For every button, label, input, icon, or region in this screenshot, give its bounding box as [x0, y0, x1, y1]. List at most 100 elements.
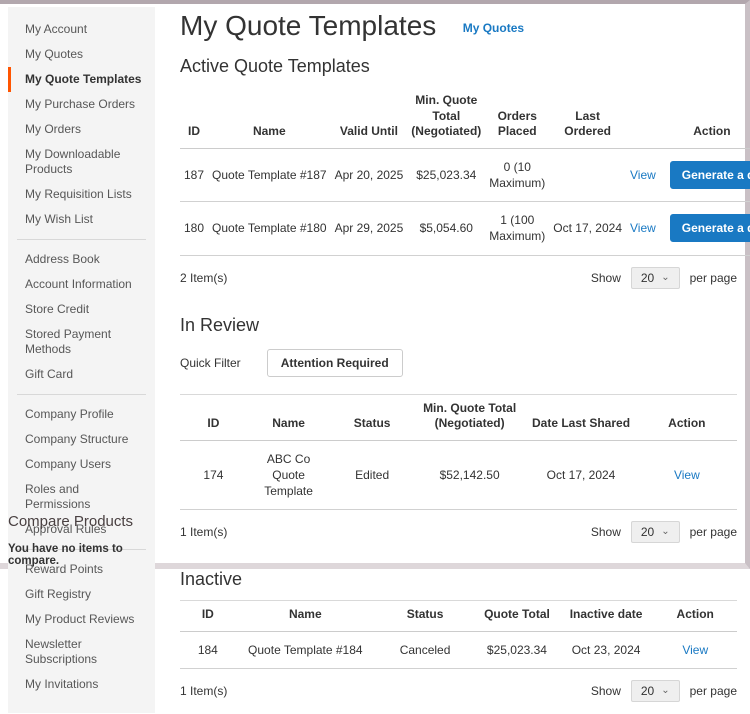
chevron-down-icon: ⌄ [661, 271, 670, 283]
column-header-quote-total: Quote Total [475, 600, 559, 632]
page-size-value: 20 [640, 525, 655, 540]
item-count: 2 Item(s) [180, 270, 228, 285]
sidebar-item-stored-payment-methods[interactable]: Stored Payment Methods [8, 322, 155, 362]
action-cell: View Generate a quote [630, 214, 750, 243]
per-page-label: per page [689, 525, 737, 540]
column-header-valid-until: Valid Until [330, 87, 408, 149]
column-header-status: Status [374, 600, 476, 632]
in-review-table-pager: 1 Item(s) Show 20 ⌄ per page [180, 510, 737, 555]
cell-orders-placed: 0 (10 Maximum) [485, 148, 550, 203]
sidebar-item-newsletter-subscriptions[interactable]: Newsletter Subscriptions [8, 632, 155, 672]
sidebar-item-gift-card[interactable]: Gift Card [8, 362, 155, 387]
column-header-orders-placed: Orders Placed [485, 87, 550, 149]
sidebar-item-my-quote-templates[interactable]: My Quote Templates [8, 67, 155, 92]
sidebar-divider [17, 394, 146, 395]
cell-id: 184 [180, 631, 236, 670]
sidebar-item-my-wish-list[interactable]: My Wish List [8, 207, 155, 232]
sidebar-item-my-requisition-lists[interactable]: My Requisition Lists [8, 182, 155, 207]
cell-last-ordered: Oct 17, 2024 [549, 201, 626, 256]
column-header-date-last-shared: Date Last Shared [525, 394, 637, 441]
table-header-row: ID Name Status Quote Total Inactive date… [180, 600, 737, 632]
compare-products-empty-text: You have no items to compare. [8, 543, 123, 567]
cell-id: 180 [180, 201, 209, 256]
view-link[interactable]: View [674, 468, 700, 482]
action-cell: View Generate a quote [630, 160, 750, 189]
main-content: My Quote Templates My Quotes Active Quot… [180, 10, 750, 714]
chevron-down-icon: ⌄ [661, 526, 670, 538]
cell-last-ordered [549, 148, 626, 203]
table-header-row: ID Name Status Min. Quote Total (Negotia… [180, 394, 737, 441]
cell-name: Quote Template #187 [208, 148, 331, 203]
attention-required-filter-button[interactable]: Attention Required [266, 348, 403, 377]
cell-min-quote-total: $5,054.60 [407, 201, 486, 256]
page-title: My Quote Templates [180, 10, 437, 41]
item-count: 1 Item(s) [180, 684, 228, 699]
column-header-min-quote-total: Min. Quote Total (Negotiated) [407, 87, 486, 149]
active-table-pager: 2 Item(s) Show 20 ⌄ per page [180, 256, 737, 301]
sidebar-item-account-information[interactable]: Account Information [8, 272, 155, 297]
sidebar-item-roles-and-permissions[interactable]: Roles and Permissions [8, 477, 155, 517]
per-page-label: per page [689, 684, 737, 699]
cell-valid-until: Apr 29, 2025 [330, 201, 408, 256]
sidebar-item-company-profile[interactable]: Company Profile [8, 402, 155, 427]
column-header-id: ID [180, 87, 209, 149]
sidebar-item-address-book[interactable]: Address Book [8, 247, 155, 272]
sidebar-divider [17, 239, 146, 240]
view-link[interactable]: View [682, 643, 708, 657]
item-count: 1 Item(s) [180, 525, 228, 540]
column-header-action: Action [626, 87, 750, 149]
inactive-section-title: Inactive [180, 569, 243, 590]
in-review-table: ID Name Status Min. Quote Total (Negotia… [180, 393, 737, 511]
cell-date-last-shared: Oct 17, 2024 [525, 440, 637, 511]
cell-valid-until: Apr 20, 2025 [330, 148, 408, 203]
page-size-select[interactable]: 20 ⌄ [630, 521, 680, 544]
table-row: 184 Quote Template #184 Canceled $25,023… [180, 631, 737, 670]
page-size-select[interactable]: 20 ⌄ [630, 266, 680, 289]
sidebar-item-my-account[interactable]: My Account [8, 17, 155, 42]
column-header-action: Action [653, 600, 737, 632]
table-row: 187 Quote Template #187 Apr 20, 2025 $25… [180, 148, 750, 203]
sidebar-item-company-users[interactable]: Company Users [8, 452, 155, 477]
page-header: My Quote Templates My Quotes [180, 10, 737, 42]
sidebar-item-company-structure[interactable]: Company Structure [8, 427, 155, 452]
cell-status: Edited [330, 440, 414, 511]
quick-filter-bar: Quick Filter Attention Required [180, 348, 737, 377]
in-review-section-title: In Review [180, 314, 260, 335]
column-header-name: Name [235, 600, 375, 632]
column-header-min-quote-total: Min. Quote Total (Negotiated) [413, 394, 526, 441]
sidebar-item-store-credit[interactable]: Store Credit [8, 297, 155, 322]
sidebar-item-my-product-reviews[interactable]: My Product Reviews [8, 607, 155, 632]
view-link[interactable]: View [630, 167, 656, 183]
sidebar-item-my-invitations[interactable]: My Invitations [8, 672, 155, 697]
cell-id: 174 [180, 440, 247, 511]
sidebar-item-my-orders[interactable]: My Orders [8, 117, 155, 142]
column-header-name: Name [208, 87, 331, 149]
active-quote-templates-table: ID Name Valid Until Min. Quote Total (Ne… [180, 87, 750, 256]
cell-id: 187 [180, 148, 209, 203]
column-header-name: Name [246, 394, 331, 441]
generate-a-quote-button[interactable]: Generate a quote [669, 214, 750, 243]
column-header-id: ID [180, 394, 247, 441]
active-section-title: Active Quote Templates [180, 56, 370, 76]
cell-orders-placed: 1 (100 Maximum) [485, 201, 550, 256]
my-quotes-link[interactable]: My Quotes [463, 21, 524, 35]
inactive-table: ID Name Status Quote Total Inactive date… [180, 600, 737, 670]
show-label: Show [590, 525, 621, 540]
sidebar-item-my-quotes[interactable]: My Quotes [8, 42, 155, 67]
sidebar-item-gift-registry[interactable]: Gift Registry [8, 582, 155, 607]
cell-status: Canceled [374, 631, 476, 670]
table-row: 174 ABC Co Quote Template Edited $52,142… [180, 440, 737, 511]
cell-min-quote-total: $52,142.50 [413, 440, 526, 511]
column-header-id: ID [180, 600, 236, 632]
per-page-label: per page [689, 270, 737, 285]
chevron-down-icon: ⌄ [661, 685, 670, 697]
page-size-select[interactable]: 20 ⌄ [630, 680, 680, 703]
view-link[interactable]: View [630, 220, 656, 236]
column-header-action: Action [636, 394, 737, 441]
cell-name: Quote Template #180 [208, 201, 331, 256]
sidebar-item-my-purchase-orders[interactable]: My Purchase Orders [8, 92, 155, 117]
generate-a-quote-button[interactable]: Generate a quote [669, 160, 750, 189]
sidebar-item-my-downloadable-products[interactable]: My Downloadable Products [8, 142, 155, 182]
compare-products-title: Compare Products [8, 513, 134, 530]
page-size-value: 20 [640, 270, 655, 285]
